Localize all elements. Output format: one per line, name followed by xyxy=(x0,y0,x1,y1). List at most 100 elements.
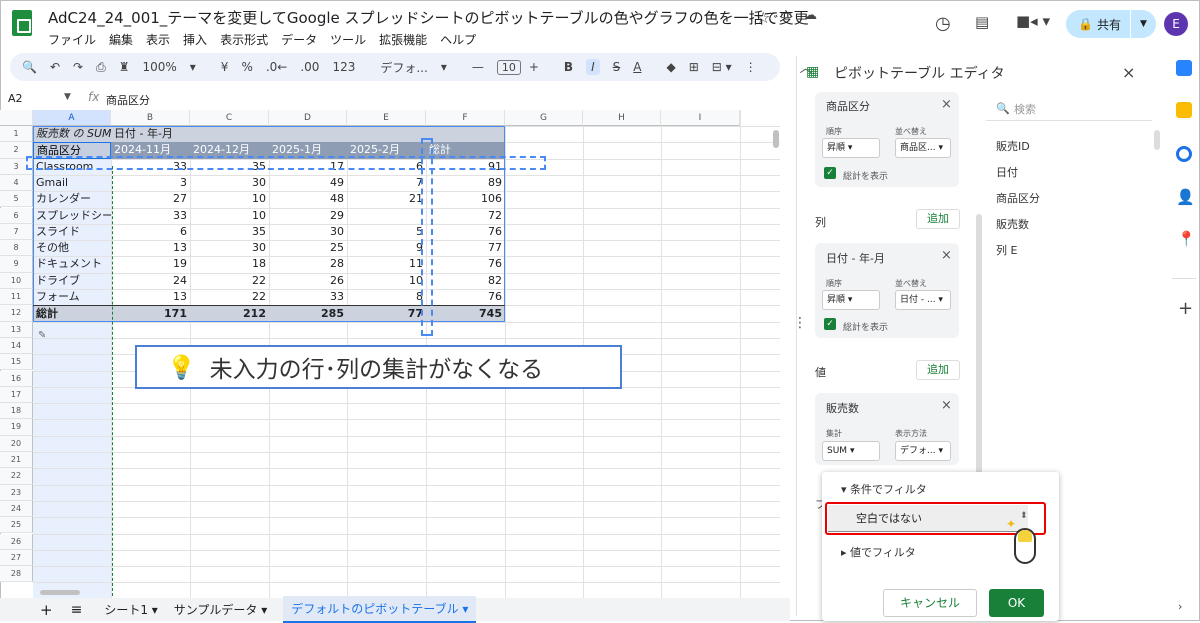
pivot-data-cell[interactable]: 28 xyxy=(269,256,347,272)
field-item[interactable]: 日付 xyxy=(996,164,1018,180)
field-list-scrollbar[interactable] xyxy=(1154,130,1160,150)
pivot-data-cell[interactable]: 10 xyxy=(190,191,269,207)
pivot-data-cell[interactable]: 11 xyxy=(347,256,426,272)
pivot-data-cell[interactable]: 7 xyxy=(347,175,426,191)
row-header[interactable]: 22 xyxy=(0,468,33,485)
remove-field-icon[interactable]: × xyxy=(941,248,952,263)
font-size-decrease-icon[interactable]: — xyxy=(472,60,484,74)
row-header[interactable]: 15 xyxy=(0,354,33,371)
number-format-button[interactable]: 123 xyxy=(332,60,355,74)
zoom-select[interactable]: 100% xyxy=(142,60,176,74)
pivot-data-cell[interactable]: 22 xyxy=(190,289,269,305)
pivot-data-cell[interactable]: 5 xyxy=(347,224,426,240)
menu-tools[interactable]: ツール xyxy=(330,31,366,48)
order-select[interactable]: 昇順 ▾ xyxy=(822,138,880,158)
row-header[interactable]: 17 xyxy=(0,386,33,404)
keep-icon[interactable] xyxy=(1176,102,1192,118)
fill-color-icon[interactable]: ◆ xyxy=(666,60,675,74)
pivot-data-cell[interactable]: 82 xyxy=(426,273,505,289)
pivot-data-cell[interactable]: 26 xyxy=(269,273,347,289)
pivot-data-cell[interactable]: 27 xyxy=(111,191,190,207)
column-header[interactable]: H xyxy=(583,110,661,126)
field-item[interactable]: 販売ID xyxy=(996,138,1030,154)
row-header[interactable]: 26 xyxy=(0,533,33,550)
menu-insert[interactable]: 挿入 xyxy=(183,31,207,48)
pivot-total-cell[interactable]: 77 xyxy=(347,305,426,321)
pivot-data-cell[interactable]: カレンダー xyxy=(33,191,111,207)
pivot-data-cell[interactable]: ドキュメント xyxy=(33,256,111,272)
tab-default-pivot[interactable]: デフォルトのピボットテーブル ▾ xyxy=(283,596,477,623)
vertical-scrollbar[interactable] xyxy=(773,130,779,148)
share-button[interactable]: 🔒 共有 ▼ xyxy=(1066,10,1156,38)
row-header[interactable]: 27 xyxy=(0,549,33,567)
add-addon-icon[interactable]: + xyxy=(1178,298,1193,319)
pivot-data-cell[interactable]: 29 xyxy=(269,208,347,224)
pivot-data-cell[interactable]: 22 xyxy=(190,273,269,289)
pivot-data-cell[interactable]: 106 xyxy=(426,191,505,207)
pivot-data-cell[interactable]: 30 xyxy=(269,224,347,240)
pivot-data-cell[interactable]: 72 xyxy=(426,208,505,224)
menu-help[interactable]: ヘルプ xyxy=(440,31,476,48)
document-title[interactable]: AdC24_24_001_テーマを変更してGoogle スプレッドシートのピボッ… xyxy=(48,7,809,28)
panel-scrollbar[interactable] xyxy=(976,214,982,474)
row-header[interactable]: 16 xyxy=(0,370,33,387)
redo-icon[interactable]: ↷ xyxy=(73,60,83,74)
search-menus-icon[interactable]: 🔍 xyxy=(22,60,37,74)
sort-select[interactable]: 日付 - ... ▾ xyxy=(895,290,951,310)
column-header[interactable]: E xyxy=(347,110,426,126)
more-options-icon[interactable]: ⋮ xyxy=(745,60,757,74)
field-item[interactable]: 商品区分 xyxy=(996,190,1040,206)
name-box[interactable]: A2 xyxy=(8,92,23,105)
select-all-corner[interactable] xyxy=(0,110,33,126)
row-header[interactable]: 24 xyxy=(0,500,33,518)
pivot-data-cell[interactable]: 6 xyxy=(111,224,190,240)
add-value-button[interactable]: 追加 xyxy=(916,360,960,380)
pivot-data-cell[interactable]: フォーム xyxy=(33,289,111,305)
show-totals-checkbox[interactable]: ✓ xyxy=(824,318,836,330)
cancel-button[interactable]: キャンセル xyxy=(883,589,977,617)
pivot-data-cell[interactable]: 49 xyxy=(269,175,347,191)
pivot-data-cell[interactable] xyxy=(347,208,426,224)
pivot-title-cell[interactable]: 販売数 の SUM xyxy=(33,126,111,142)
share-dropdown-icon[interactable]: ▼ xyxy=(1130,10,1156,38)
pivot-data-cell[interactable]: ドライブ xyxy=(33,273,111,289)
pivot-data-cell[interactable]: スライド xyxy=(33,224,111,240)
pivot-data-cell[interactable]: 3 xyxy=(111,175,190,191)
column-header[interactable]: A xyxy=(33,110,111,126)
star-icon[interactable]: ☆ xyxy=(756,8,770,27)
avatar[interactable]: E xyxy=(1164,12,1188,36)
ok-button[interactable]: OK xyxy=(989,589,1044,617)
menu-file[interactable]: ファイル xyxy=(48,31,96,48)
increase-decimal-button[interactable]: .00 xyxy=(300,60,319,74)
filter-by-value-toggle[interactable]: ▸ 値でフィルタ xyxy=(841,544,916,560)
pivot-data-cell[interactable]: 30 xyxy=(190,240,269,256)
contacts-icon[interactable]: 👤 xyxy=(1176,188,1195,206)
sort-select[interactable]: 商品区... ▾ xyxy=(895,138,951,158)
pivot-data-cell[interactable]: Gmail xyxy=(33,175,111,191)
pivot-data-cell[interactable]: 10 xyxy=(347,273,426,289)
edit-pivot-icon[interactable]: ✎ xyxy=(35,328,49,344)
zoom-caret-icon[interactable]: ▾ xyxy=(190,60,196,74)
pivot-data-cell[interactable]: 18 xyxy=(190,256,269,272)
tasks-icon[interactable] xyxy=(1176,146,1192,162)
row-header[interactable]: 11 xyxy=(0,289,33,306)
field-item[interactable]: 販売数 xyxy=(996,216,1029,232)
column-header[interactable]: F xyxy=(426,110,505,126)
add-sheet-button[interactable]: + xyxy=(40,601,53,619)
pivot-data-cell[interactable]: 89 xyxy=(426,175,505,191)
name-box-dropdown-icon[interactable]: ▼ xyxy=(64,92,71,102)
column-header[interactable]: B xyxy=(111,110,190,126)
currency-button[interactable]: ¥ xyxy=(221,60,229,74)
pivot-data-cell[interactable]: 30 xyxy=(190,175,269,191)
pivot-data-cell[interactable]: 19 xyxy=(111,256,190,272)
filter-by-condition-toggle[interactable]: ▾ 条件でフィルタ xyxy=(841,481,927,497)
row-header[interactable]: 5 xyxy=(0,191,33,208)
row-header[interactable]: 12 xyxy=(0,305,33,322)
strikethrough-button[interactable]: S xyxy=(613,60,621,74)
sheets-logo-icon[interactable] xyxy=(12,10,32,36)
pivot-data-cell[interactable]: その他 xyxy=(33,240,111,256)
display-select[interactable]: デフォ... ▾ xyxy=(895,441,951,461)
print-icon[interactable]: ⎙ xyxy=(96,60,106,75)
row-header[interactable]: 23 xyxy=(0,484,33,501)
row-header[interactable]: 8 xyxy=(0,240,33,257)
